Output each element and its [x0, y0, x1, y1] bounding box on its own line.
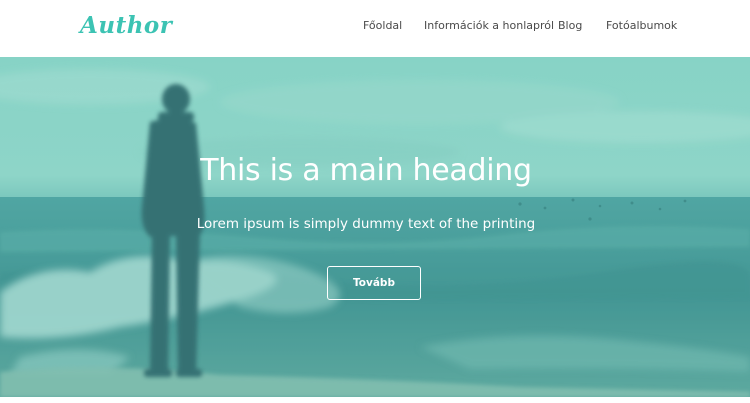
top-navbar: Author Főoldal Információk a honlapról B… — [0, 0, 750, 57]
nav-item-blog[interactable]: Blog — [558, 19, 582, 32]
nav-item-albums[interactable]: Fotóalbumok — [606, 19, 677, 32]
page-bottom-strip — [0, 397, 750, 403]
nav-item-about[interactable]: Információk a honlapról — [424, 19, 554, 32]
hero-content: This is a main heading Lorem ipsum is si… — [0, 57, 750, 397]
main-navigation: Főoldal Információk a honlapról Blog Fot… — [0, 19, 750, 35]
more-button[interactable]: Tovább — [327, 266, 421, 300]
hero-heading: This is a main heading — [200, 153, 532, 188]
hero-subtitle: Lorem ipsum is simply dummy text of the … — [196, 216, 536, 232]
nav-item-home[interactable]: Főoldal — [363, 19, 402, 32]
